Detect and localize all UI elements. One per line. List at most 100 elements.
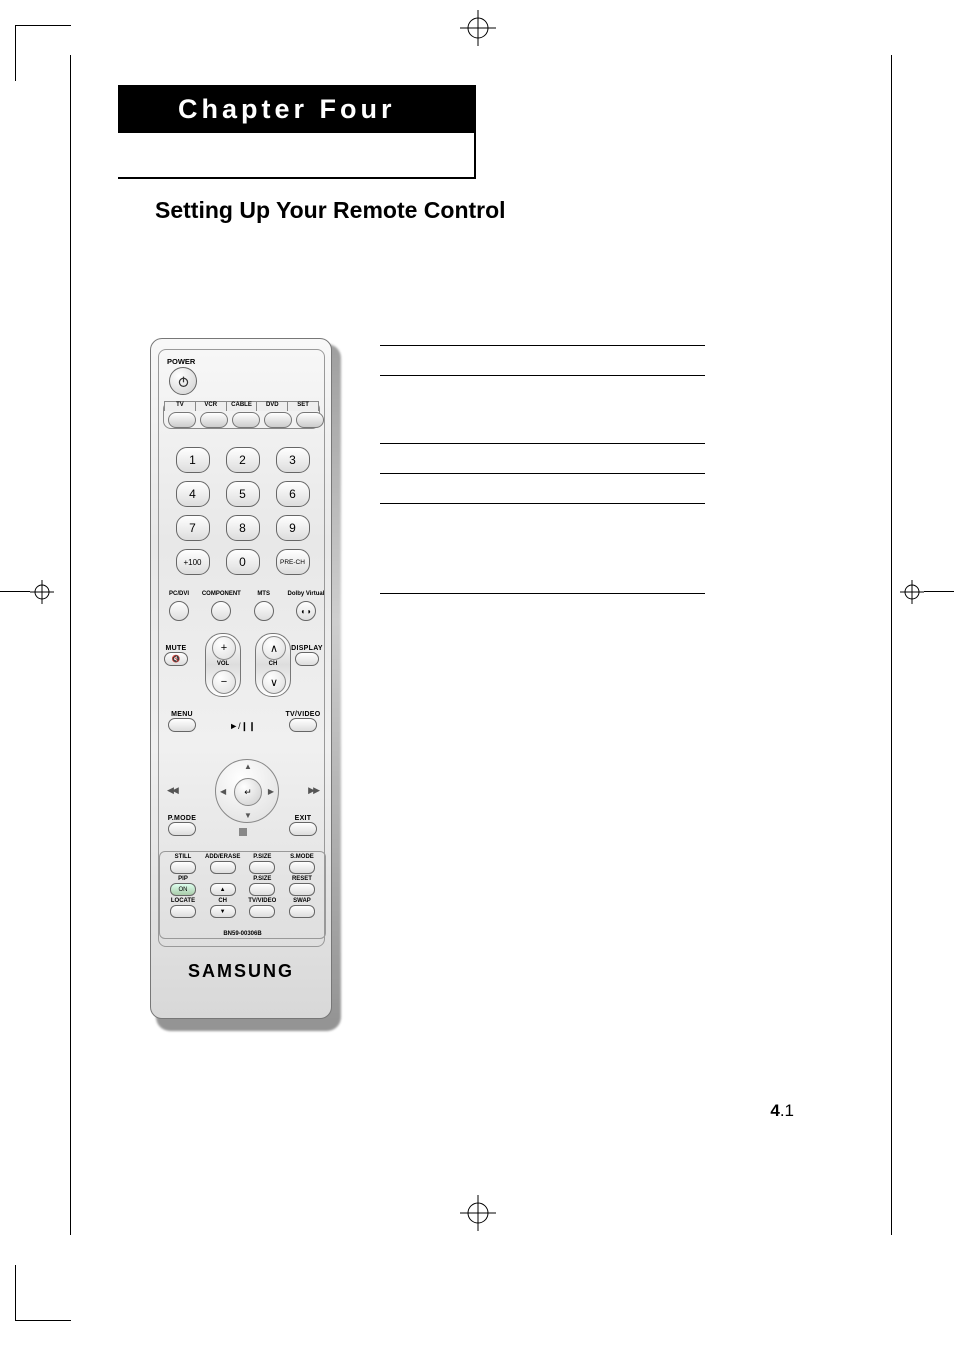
- mode-label-dvd: DVD: [257, 401, 288, 411]
- mute-icon: 🔇: [172, 655, 181, 663]
- source-button[interactable]: [211, 601, 231, 621]
- dpad-up[interactable]: ▲: [244, 762, 252, 771]
- pmode-button[interactable]: [168, 822, 196, 836]
- bleed-line: [924, 591, 954, 592]
- num-button-100[interactable]: +100: [176, 549, 210, 575]
- mode-label-cable: CABLE: [227, 401, 258, 411]
- play-pause-icon: ►/❙❙: [222, 721, 264, 732]
- grid-label: S.MODE: [283, 854, 321, 861]
- power-button[interactable]: [169, 367, 197, 395]
- chapter-heading: Chapter Four: [118, 85, 476, 179]
- registration-mark: [30, 580, 54, 604]
- num-button-2[interactable]: 2: [226, 447, 260, 473]
- volume-rocker[interactable]: + VOL −: [205, 633, 241, 697]
- channel-rocker[interactable]: ∧ CH ∨: [255, 633, 291, 697]
- note-line: [380, 473, 705, 474]
- num-button-5[interactable]: 5: [226, 481, 260, 507]
- grid-button[interactable]: ON: [170, 883, 196, 896]
- volume-down[interactable]: −: [212, 670, 236, 694]
- grid-label: STILL: [164, 854, 202, 861]
- num-button-prech[interactable]: PRE-CH: [276, 549, 310, 575]
- dpad[interactable]: ▲ ▼ ◀ ▶ ↵: [215, 759, 279, 823]
- number-pad: 123 456 789 +100 0 PRE-CH: [165, 447, 320, 579]
- section-title: Setting Up Your Remote Control: [155, 197, 506, 224]
- volume-label: VOL: [206, 661, 240, 667]
- mute-button[interactable]: 🔇: [164, 652, 188, 666]
- tvvideo-button[interactable]: [289, 718, 317, 732]
- source-button[interactable]: ◐◑: [296, 601, 316, 621]
- grid-button[interactable]: [249, 861, 275, 874]
- channel-up[interactable]: ∧: [262, 636, 286, 660]
- menu-row: MENU ►/❙❙ TV/VIDEO: [161, 711, 324, 732]
- grid-label: [204, 876, 242, 883]
- grid-button[interactable]: [289, 861, 315, 874]
- mode-button-cable[interactable]: [232, 412, 260, 428]
- note-line: [380, 375, 705, 376]
- grid-label: P.SIZE: [243, 876, 281, 883]
- menu-button[interactable]: [168, 718, 196, 732]
- mode-button-tv[interactable]: [168, 412, 196, 428]
- note-lines: [380, 345, 705, 605]
- num-button-4[interactable]: 4: [176, 481, 210, 507]
- brand-logo: SAMSUNG: [151, 961, 331, 982]
- dpad-right[interactable]: ▶: [268, 787, 274, 796]
- note-line: [380, 443, 705, 444]
- exit-button[interactable]: [289, 822, 317, 836]
- num-button-9[interactable]: 9: [276, 515, 310, 541]
- mode-button-set[interactable]: [296, 412, 324, 428]
- num-button-8[interactable]: 8: [226, 515, 260, 541]
- grid-label: ADD/ERASE: [204, 854, 242, 861]
- num-button-6[interactable]: 6: [276, 481, 310, 507]
- volume-channel-area: MUTE 🔇 DISPLAY + VOL − ∧ CH ∨: [161, 633, 324, 703]
- num-button-1[interactable]: 1: [176, 447, 210, 473]
- mode-button-vcr[interactable]: [200, 412, 228, 428]
- mode-selector: TVVCRCABLEDVDSET: [163, 401, 320, 429]
- grid-label: PIP: [164, 876, 202, 883]
- grid-button[interactable]: [289, 883, 315, 896]
- num-button-3[interactable]: 3: [276, 447, 310, 473]
- num-button-0[interactable]: 0: [226, 549, 260, 575]
- grid-label: SWAP: [283, 898, 321, 905]
- mode-label-set: SET: [288, 401, 319, 411]
- display-label: DISPLAY: [290, 645, 324, 652]
- display-button[interactable]: [295, 652, 319, 666]
- model-number: BN59-00306B: [160, 931, 325, 937]
- grid-button[interactable]: [210, 861, 236, 874]
- num-button-7[interactable]: 7: [176, 515, 210, 541]
- grid-button[interactable]: ▼: [210, 905, 236, 918]
- grid-button[interactable]: ▲: [210, 883, 236, 896]
- volume-up[interactable]: +: [212, 636, 236, 660]
- mode-label-tv: TV: [164, 401, 196, 411]
- grid-label: CH: [204, 898, 242, 905]
- crop-mark: [15, 1265, 71, 1321]
- source-label: PC/DVI: [159, 591, 199, 599]
- note-line: [380, 345, 705, 346]
- grid-button[interactable]: [170, 905, 196, 918]
- source-row: PC/DVICOMPONENTMTSDolby Virtual ◐◑: [159, 591, 326, 621]
- source-label: Dolby Virtual: [286, 591, 326, 599]
- fastforward-icon: ▶▶: [308, 785, 318, 796]
- grid-button[interactable]: [289, 905, 315, 918]
- grid-button[interactable]: [249, 905, 275, 918]
- crop-mark: [15, 25, 71, 81]
- source-button[interactable]: [254, 601, 274, 621]
- power-icon: [177, 375, 190, 388]
- source-label: MTS: [244, 591, 284, 599]
- dpad-left[interactable]: ◀: [220, 787, 226, 796]
- pmode-row: P.MODE EXIT: [161, 815, 324, 836]
- grid-button[interactable]: [170, 861, 196, 874]
- channel-down[interactable]: ∨: [262, 670, 286, 694]
- note-line: [380, 503, 705, 504]
- enter-button[interactable]: ↵: [234, 778, 262, 806]
- stop-icon: [239, 828, 247, 836]
- dolby-icon: ◐◑: [301, 607, 311, 616]
- note-line: [380, 593, 705, 594]
- grid-button[interactable]: [249, 883, 275, 896]
- bleed-line: [0, 591, 30, 592]
- source-button[interactable]: [169, 601, 189, 621]
- mode-label-vcr: VCR: [196, 401, 227, 411]
- mode-button-dvd[interactable]: [264, 412, 292, 428]
- source-label: COMPONENT: [201, 591, 241, 599]
- grid-label: RESET: [283, 876, 321, 883]
- grid-label: TV/VIDEO: [243, 898, 281, 905]
